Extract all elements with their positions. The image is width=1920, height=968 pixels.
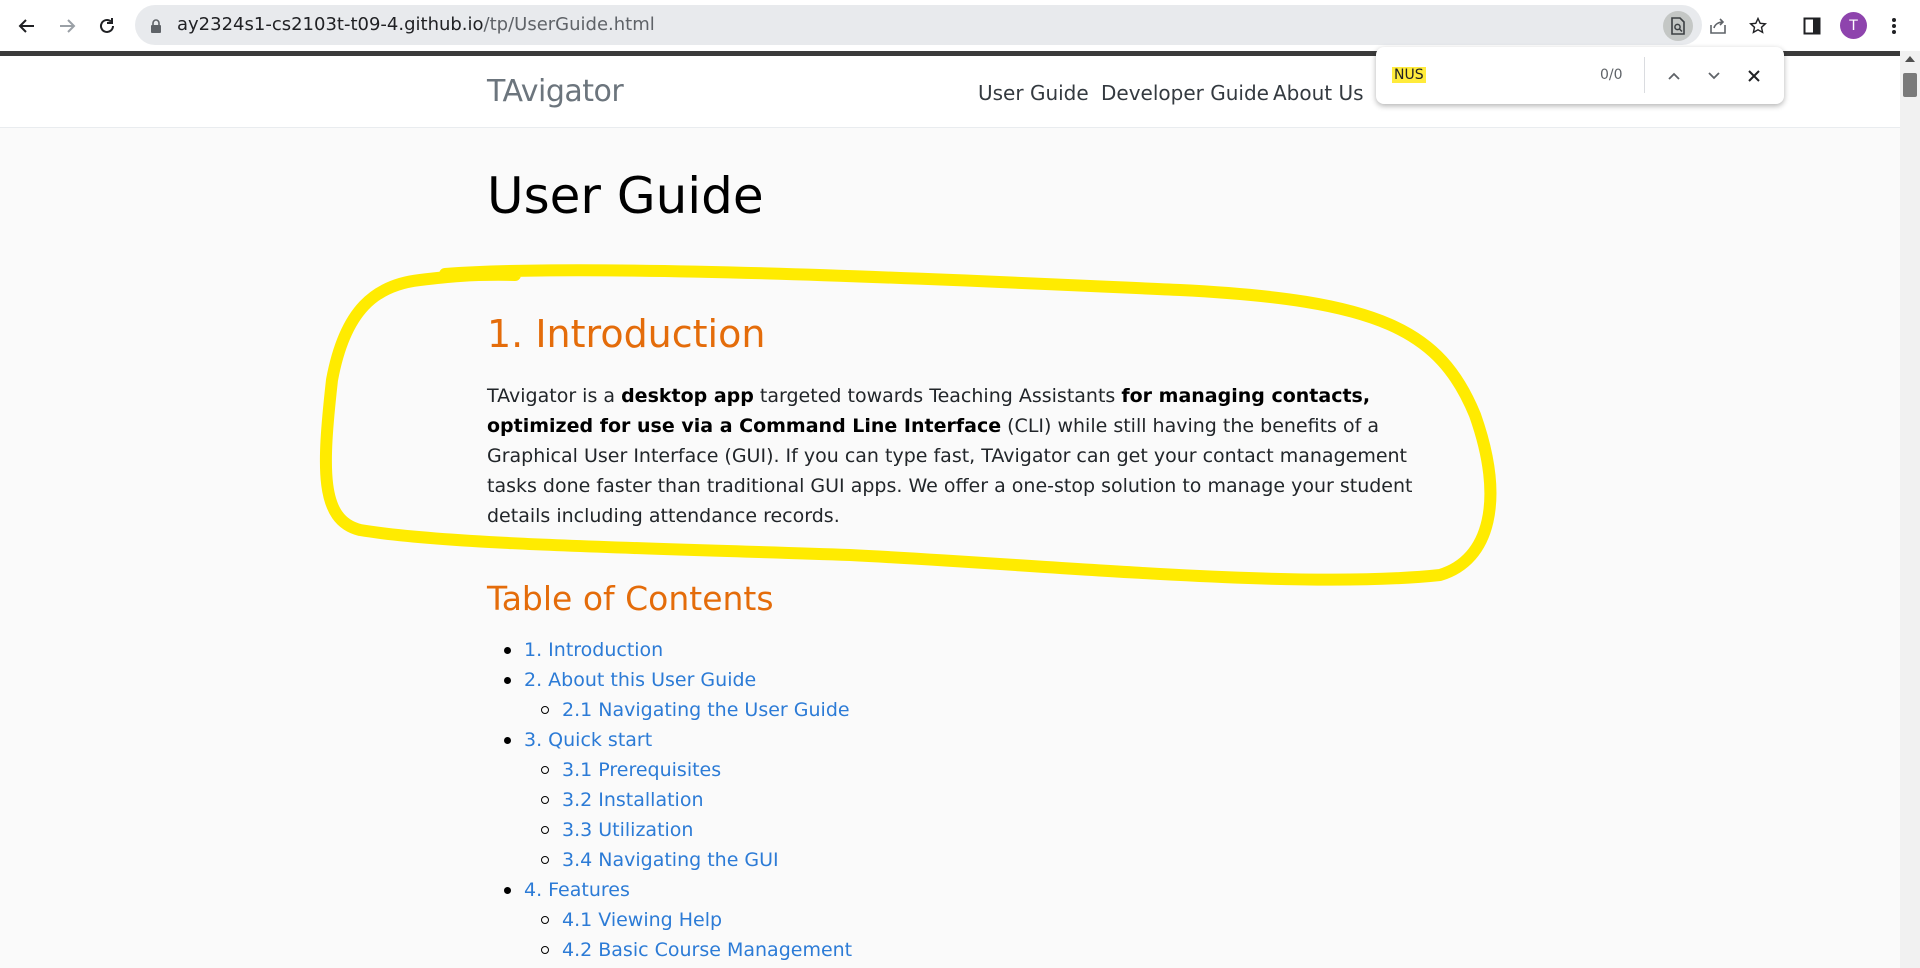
bookmark-star-icon[interactable] xyxy=(1743,11,1773,41)
menu-icon[interactable] xyxy=(1877,9,1911,43)
page-scrollbar[interactable] xyxy=(1900,51,1920,968)
toc-subitem: 2.1 Navigating the User Guide xyxy=(487,695,852,725)
url-text: ay2324s1-cs2103t-t09-4.github.io/tp/User… xyxy=(177,14,655,35)
forward-icon[interactable] xyxy=(50,9,84,43)
reload-icon[interactable] xyxy=(90,9,124,43)
toc-link[interactable]: 4.1 Viewing Help xyxy=(562,909,722,931)
toc-link[interactable]: 1. Introduction xyxy=(524,639,663,661)
toc-subitem: 4.1 Viewing Help xyxy=(487,905,852,935)
address-bar[interactable]: ay2324s1-cs2103t-t09-4.github.io/tp/User… xyxy=(135,5,1767,45)
profile-avatar[interactable]: T xyxy=(1840,12,1867,39)
nav-developer-guide[interactable]: Developer Guide xyxy=(1101,81,1269,105)
chevron-down-icon[interactable] xyxy=(1699,61,1729,91)
site-brand[interactable]: TAvigator xyxy=(487,74,624,109)
find-in-page-icon[interactable] xyxy=(1663,11,1693,41)
intro-heading: 1. Introduction xyxy=(487,312,766,356)
find-match-count: 0/0 xyxy=(1600,67,1623,83)
toc-link[interactable]: 3. Quick start xyxy=(524,729,652,751)
table-of-contents: 1. Introduction 2. About this User Guide… xyxy=(487,635,852,965)
find-divider xyxy=(1644,57,1645,93)
nav-user-guide[interactable]: User Guide xyxy=(978,81,1089,105)
toc-link[interactable]: 4.2 Basic Course Management xyxy=(562,939,852,961)
back-icon[interactable] xyxy=(10,9,44,43)
toc-subitem: 3.4 Navigating the GUI xyxy=(487,845,852,875)
toc-link[interactable]: 2.1 Navigating the User Guide xyxy=(562,699,850,721)
toc-subitem: 3.2 Installation xyxy=(487,785,852,815)
share-icon[interactable] xyxy=(1703,11,1733,41)
toc-heading: Table of Contents xyxy=(487,579,774,618)
page-title: User Guide xyxy=(487,167,764,225)
toc-item: 2. About this User Guide xyxy=(487,665,852,695)
scroll-up-arrow-icon[interactable] xyxy=(1905,56,1915,62)
toc-subitem: 3.1 Prerequisites xyxy=(487,755,852,785)
toc-link[interactable]: 3.1 Prerequisites xyxy=(562,759,721,781)
toc-link[interactable]: 2. About this User Guide xyxy=(524,669,756,691)
nav-about-us[interactable]: About Us xyxy=(1273,81,1364,105)
toc-link[interactable]: 3.4 Navigating the GUI xyxy=(562,849,779,871)
toc-link[interactable]: 4. Features xyxy=(524,879,630,901)
toc-item: 3. Quick start xyxy=(487,725,852,755)
find-bar: NUS 0/0 xyxy=(1376,47,1784,104)
intro-paragraph: TAvigator is a desktop app targeted towa… xyxy=(487,385,1413,527)
toc-link[interactable]: 3.3 Utilization xyxy=(562,819,693,841)
find-input[interactable]: NUS xyxy=(1392,67,1426,83)
browser-toolbar: ay2324s1-cs2103t-t09-4.github.io/tp/User… xyxy=(0,0,1920,51)
toc-item: 4. Features xyxy=(487,875,852,905)
toc-subitem: 3.3 Utilization xyxy=(487,815,852,845)
side-panel-icon[interactable] xyxy=(1795,9,1829,43)
scroll-thumb[interactable] xyxy=(1903,73,1917,97)
chevron-up-icon[interactable] xyxy=(1659,61,1689,91)
toc-item: 1. Introduction xyxy=(487,635,852,665)
toc-link[interactable]: 3.2 Installation xyxy=(562,789,704,811)
toc-subitem: 4.2 Basic Course Management xyxy=(487,935,852,965)
close-icon[interactable] xyxy=(1739,61,1769,91)
lock-icon[interactable] xyxy=(150,18,162,37)
